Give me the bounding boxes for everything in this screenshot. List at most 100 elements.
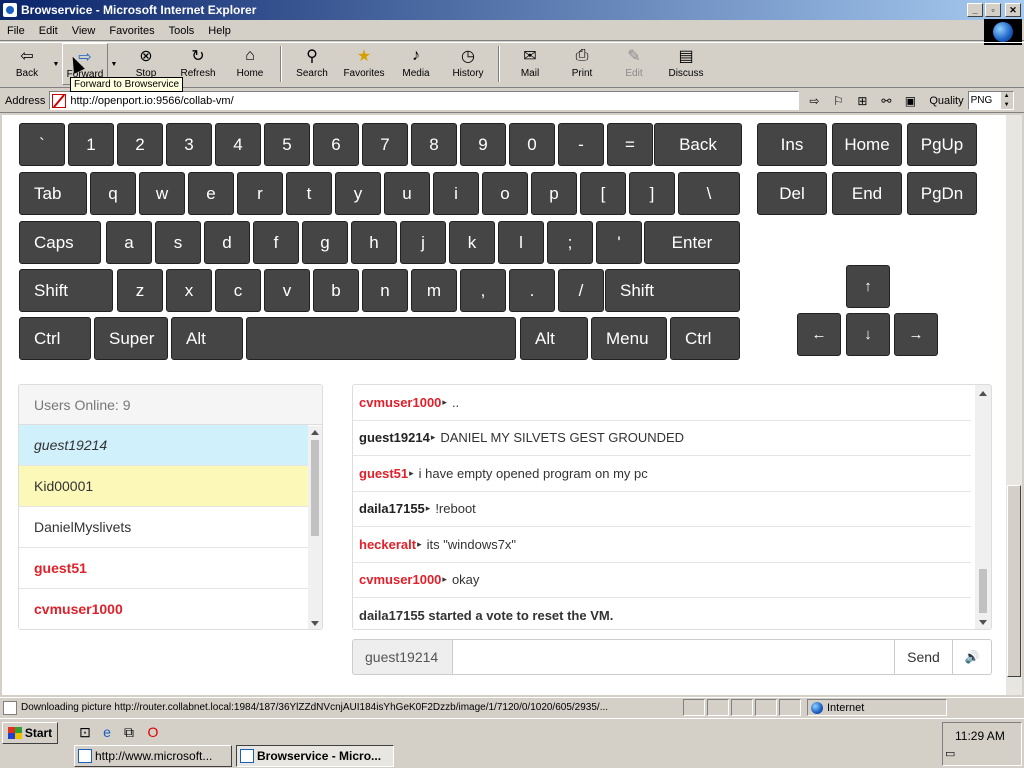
menu-view[interactable]: View	[65, 25, 103, 37]
tray-monitor-icon[interactable]: ▭	[945, 747, 959, 761]
key-p[interactable]: p	[531, 172, 577, 215]
key-v[interactable]: v	[264, 269, 310, 312]
key-x59[interactable]: ;	[547, 221, 593, 264]
key-ctrl[interactable]: Ctrl	[19, 317, 91, 360]
key-arrow-right-icon[interactable]: →	[894, 313, 938, 356]
key-ctrl[interactable]: Ctrl	[670, 317, 740, 360]
menu-tools[interactable]: Tools	[162, 25, 202, 37]
key-menu[interactable]: Menu	[591, 317, 667, 360]
key-5[interactable]: 5	[264, 123, 310, 166]
page-scrollbar[interactable]	[1006, 115, 1022, 695]
user-row[interactable]: Kid00001	[19, 466, 308, 507]
key-3[interactable]: 3	[166, 123, 212, 166]
key-q[interactable]: q	[90, 172, 136, 215]
page-scroll-thumb[interactable]	[1007, 485, 1021, 677]
key-x91[interactable]: [	[580, 172, 626, 215]
key-arrow-left-icon[interactable]: ←	[797, 313, 841, 356]
print-button[interactable]: ⎙ Print	[556, 43, 608, 85]
minimize-button[interactable]: _	[967, 3, 983, 17]
key-r[interactable]: r	[237, 172, 283, 215]
user-row[interactable]: cvmuser1000	[19, 589, 308, 629]
key-0[interactable]: 0	[509, 123, 555, 166]
key-x46[interactable]: .	[509, 269, 555, 312]
search-button[interactable]: ⚲ Search	[286, 43, 338, 85]
key-x44[interactable]: ,	[460, 269, 506, 312]
key-pgup[interactable]: PgUp	[907, 123, 977, 166]
key-f[interactable]: f	[253, 221, 299, 264]
key-d[interactable]: d	[204, 221, 250, 264]
key-c[interactable]: c	[215, 269, 261, 312]
find-icon[interactable]: ⚯	[877, 92, 895, 110]
chat-scroll-thumb[interactable]	[979, 569, 987, 613]
chat-scrollbar[interactable]	[975, 385, 991, 629]
user-row[interactable]: guest51	[19, 548, 308, 589]
key-x39[interactable]: '	[596, 221, 642, 264]
scroll-down-icon[interactable]	[979, 620, 987, 625]
quality-select[interactable]: PNG ▲ ▼	[967, 91, 1014, 110]
users-scroll-thumb[interactable]	[311, 440, 319, 536]
key-b[interactable]: b	[313, 269, 359, 312]
bookmark-icon[interactable]: ⚐	[829, 92, 847, 110]
scroll-up-icon[interactable]	[979, 391, 987, 396]
clipboard-icon[interactable]: ▣	[901, 92, 919, 110]
network-icon[interactable]: ⧉	[120, 723, 138, 741]
home-button[interactable]: ⌂ Home	[224, 43, 276, 85]
key-8[interactable]: 8	[411, 123, 457, 166]
key-super[interactable]: Super	[94, 317, 168, 360]
user-row[interactable]: guest19214	[19, 425, 308, 466]
key-alt[interactable]: Alt	[520, 317, 588, 360]
key-shift[interactable]: Shift	[19, 269, 113, 312]
key-4[interactable]: 4	[215, 123, 261, 166]
scroll-up-icon[interactable]	[311, 430, 319, 435]
key-a[interactable]: a	[106, 221, 152, 264]
key-t[interactable]: t	[286, 172, 332, 215]
key-shift[interactable]: Shift	[605, 269, 740, 312]
key-x45[interactable]: -	[558, 123, 604, 166]
key-j[interactable]: j	[400, 221, 446, 264]
key-n[interactable]: n	[362, 269, 408, 312]
address-input[interactable]: http://openport.io:9566/collab-vm/	[49, 91, 800, 110]
quality-spinner-icon[interactable]: ▲ ▼	[1000, 92, 1013, 109]
key-ins[interactable]: Ins	[757, 123, 827, 166]
key-w[interactable]: w	[139, 172, 185, 215]
key-enter[interactable]: Enter	[644, 221, 740, 264]
key-y[interactable]: y	[335, 172, 381, 215]
key-x61[interactable]: =	[607, 123, 653, 166]
back-button[interactable]: ⇦ Back	[4, 43, 50, 85]
favorites-button[interactable]: ★ Favorites	[338, 43, 390, 85]
key-space[interactable]	[246, 317, 516, 360]
key-1[interactable]: 1	[68, 123, 114, 166]
key-del[interactable]: Del	[757, 172, 827, 215]
key-o[interactable]: o	[482, 172, 528, 215]
restore-button[interactable]: ▫	[985, 3, 1001, 17]
menu-favorites[interactable]: Favorites	[102, 25, 161, 37]
mail-button[interactable]: ✉ Mail	[504, 43, 556, 85]
key-alt[interactable]: Alt	[171, 317, 243, 360]
key-caps[interactable]: Caps	[19, 221, 101, 264]
scroll-down-icon[interactable]	[311, 621, 319, 626]
key-g[interactable]: g	[302, 221, 348, 264]
user-row[interactable]: DanielMyslivets	[19, 507, 308, 548]
key-home[interactable]: Home	[832, 123, 902, 166]
discuss-button[interactable]: ▤ Discuss	[660, 43, 712, 85]
key-i[interactable]: i	[433, 172, 479, 215]
menu-edit[interactable]: Edit	[32, 25, 65, 37]
key-x93[interactable]: ]	[629, 172, 675, 215]
key-e[interactable]: e	[188, 172, 234, 215]
back-dropdown[interactable]: ▼	[50, 43, 62, 85]
key-arrow-up-icon[interactable]: ↑	[846, 265, 890, 308]
key-tab[interactable]: Tab	[19, 172, 87, 215]
edit-button[interactable]: ✎ Edit	[608, 43, 660, 85]
key-l[interactable]: l	[498, 221, 544, 264]
key-z[interactable]: z	[117, 269, 163, 312]
media-button[interactable]: ♪ Media	[390, 43, 442, 85]
history-button[interactable]: ◷ History	[442, 43, 494, 85]
key-k[interactable]: k	[449, 221, 495, 264]
key-end[interactable]: End	[832, 172, 902, 215]
key-6[interactable]: 6	[313, 123, 359, 166]
internet-explorer-icon[interactable]: e	[98, 723, 116, 741]
go-arrow-icon[interactable]: ⇨	[805, 92, 823, 110]
key-9[interactable]: 9	[460, 123, 506, 166]
chat-input[interactable]	[453, 639, 895, 675]
key-m[interactable]: m	[411, 269, 457, 312]
